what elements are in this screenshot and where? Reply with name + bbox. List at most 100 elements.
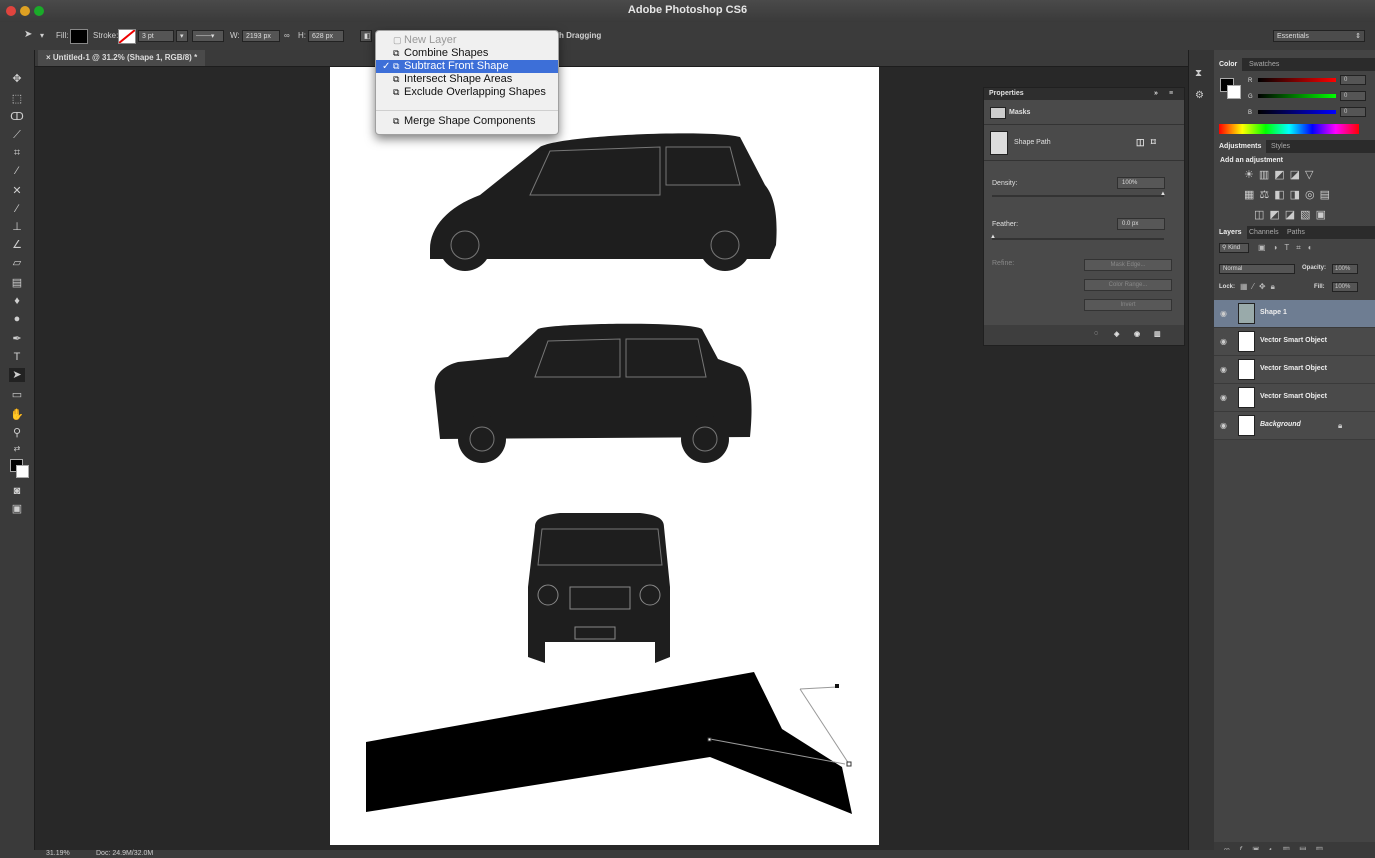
layer-row-vector-smart-object[interactable]: ◉ Vector Smart Object (1214, 328, 1375, 356)
density-field[interactable]: 100% (1117, 177, 1165, 189)
vector-mask-icon[interactable]: ⌑ (1151, 137, 1156, 148)
path-selection-tool-icon[interactable]: ➤ (9, 368, 25, 382)
type-tool-icon[interactable]: T (9, 350, 25, 364)
height-field[interactable]: 628 px (308, 30, 344, 42)
document-canvas[interactable] (330, 67, 879, 845)
select-mask-icon[interactable]: ◫ (1136, 137, 1145, 148)
tab-color[interactable]: Color (1214, 58, 1243, 71)
tab-paths[interactable]: Paths (1282, 226, 1310, 239)
stroke-swatch[interactable] (118, 29, 136, 44)
layer-filter-icons[interactable]: ▣◑T⌗◐ (1258, 243, 1368, 253)
lock-icons[interactable]: ▦⁄✥🔒︎ (1240, 282, 1280, 292)
lasso-tool-icon[interactable]: ↀ (9, 110, 25, 124)
swap-colors-icon[interactable]: ⇄ (9, 442, 25, 456)
panel-menu-icon[interactable]: ≡ (1169, 90, 1173, 97)
stroke-type-dropdown[interactable]: ───▾ (192, 30, 224, 42)
visibility-eye-icon[interactable]: ◉ (1220, 421, 1227, 430)
apply-mask-icon[interactable]: ◈ (1114, 330, 1119, 338)
path-operations-icon[interactable]: ◧ (360, 30, 372, 42)
fill-swatch[interactable] (70, 29, 88, 44)
background-swatch[interactable] (1227, 85, 1241, 99)
adjustment-icons-row-1[interactable]: ☀▥◩◪▽ (1244, 168, 1344, 181)
load-selection-icon[interactable]: ◌ (1094, 330, 1098, 337)
crop-tool-icon[interactable]: ⌗ (9, 146, 25, 160)
link-icon[interactable]: ∞ (284, 31, 290, 40)
green-field[interactable]: 0 (1340, 91, 1366, 101)
quick-mask-icon[interactable]: ◙ (9, 484, 25, 498)
rectangle-tool-icon[interactable]: ▭ (9, 388, 25, 402)
menu-item-subtract-front-shape[interactable]: ✓ ⧉ Subtract Front Shape (376, 60, 558, 73)
density-slider[interactable] (992, 195, 1164, 197)
width-field[interactable]: 2193 px (242, 30, 280, 42)
hand-tool-icon[interactable]: ✋ (9, 408, 25, 422)
history-brush-icon[interactable]: ∠ (9, 238, 25, 252)
density-slider-handle-icon[interactable]: ▲ (1160, 191, 1166, 197)
eraser-tool-icon[interactable]: ▱ (9, 256, 25, 270)
blue-field[interactable]: 0 (1340, 107, 1366, 117)
menu-item-merge-shape-components[interactable]: ⧉ Merge Shape Components (376, 115, 558, 128)
red-slider[interactable] (1258, 78, 1336, 82)
green-slider[interactable] (1258, 94, 1336, 98)
layer-filter-kind[interactable]: ⚲ Kind (1219, 243, 1249, 253)
mask-edge-button[interactable]: Mask Edge... (1084, 259, 1172, 271)
visibility-eye-icon[interactable]: ◉ (1220, 365, 1227, 374)
blue-slider[interactable] (1258, 110, 1336, 114)
invert-button[interactable]: Invert (1084, 299, 1172, 311)
history-icon[interactable]: ⧗ (1195, 68, 1202, 79)
layer-row-vector-smart-object[interactable]: ◉ Vector Smart Object (1214, 384, 1375, 412)
document-tab[interactable]: × Untitled-1 @ 31.2% (Shape 1, RGB/8) * (38, 50, 206, 66)
properties-footer: ◌ ◈ ◉ ▥ (984, 325, 1184, 345)
adjustment-icons-row-3[interactable]: ◫◩◪▧▣ (1254, 208, 1364, 221)
visibility-eye-icon[interactable]: ◉ (1220, 393, 1227, 402)
feather-field[interactable]: 0.0 px (1117, 218, 1165, 230)
quick-select-tool-icon[interactable]: ⟋ (9, 128, 25, 142)
properties-panel-header[interactable]: Properties » ≡ (984, 88, 1184, 100)
adjustment-icons-row-2[interactable]: ▦⚖◧◨◎▤ (1244, 188, 1354, 201)
blend-mode-dropdown[interactable]: Normal (1219, 264, 1295, 274)
layer-row-shape-1[interactable]: ◉ Shape 1 (1214, 300, 1375, 328)
color-spectrum-ramp[interactable] (1219, 124, 1359, 134)
layer-row-background[interactable]: ◉ Background 🔒︎ (1214, 412, 1375, 440)
menu-item-exclude-overlapping-shapes[interactable]: ⧉ Exclude Overlapping Shapes (376, 86, 558, 99)
trash-icon[interactable]: ▥ (1154, 330, 1161, 338)
healing-tool-icon[interactable]: ✕ (9, 184, 25, 198)
stamp-tool-icon[interactable]: ⊥ (9, 220, 25, 234)
gradient-tool-icon[interactable]: ▤ (9, 276, 25, 290)
visibility-icon[interactable]: ◉ (1134, 330, 1140, 338)
brush-tool-icon[interactable]: ∕ (9, 202, 25, 216)
dodge-tool-icon[interactable]: ● (9, 312, 25, 326)
tab-channels[interactable]: Channels (1244, 226, 1284, 239)
layer-row-vector-smart-object[interactable]: ◉ Vector Smart Object (1214, 356, 1375, 384)
menu-item-new-layer[interactable]: ▢ New Layer (376, 34, 558, 47)
feather-slider[interactable] (992, 238, 1164, 240)
feather-slider-handle-icon[interactable]: ▲ (990, 234, 996, 240)
path-select-tool-icon[interactable]: ➤ (24, 29, 32, 40)
red-field[interactable]: 0 (1340, 75, 1366, 85)
marquee-tool-icon[interactable]: ⬚ (9, 92, 25, 106)
workspace-switcher[interactable]: Essentials ⇕ (1273, 30, 1365, 42)
properties-icon[interactable]: ⚙ (1195, 90, 1204, 101)
tab-styles[interactable]: Styles (1266, 140, 1295, 153)
blur-tool-icon[interactable]: ♦ (9, 294, 25, 308)
opacity-field[interactable]: 100% (1332, 264, 1358, 274)
menu-item-intersect-shape-areas[interactable]: ⧉ Intersect Shape Areas (376, 73, 558, 86)
menu-item-combine-shapes[interactable]: ⧉ Combine Shapes (376, 47, 558, 60)
tool-preset-chevron-icon[interactable]: ▾ (40, 31, 44, 40)
zoom-tool-icon[interactable]: ⚲ (9, 426, 25, 440)
pen-tool-icon[interactable]: ✒ (9, 332, 25, 346)
tab-adjustments[interactable]: Adjustments (1214, 140, 1267, 153)
tab-layers[interactable]: Layers (1214, 226, 1247, 239)
stroke-width-field[interactable]: 3 pt (138, 30, 174, 42)
screen-mode-icon[interactable]: ▣ (9, 502, 25, 516)
visibility-eye-icon[interactable]: ◉ (1220, 337, 1227, 346)
background-color-swatch[interactable] (16, 465, 29, 478)
panel-collapse-icon[interactable]: » (1154, 90, 1158, 97)
eyedropper-tool-icon[interactable]: ⁄ (9, 164, 25, 178)
visibility-eye-icon[interactable]: ◉ (1220, 309, 1227, 318)
color-range-button[interactable]: Color Range... (1084, 279, 1172, 291)
move-tool-icon[interactable]: ✥ (9, 72, 25, 86)
tab-swatches[interactable]: Swatches (1244, 58, 1284, 71)
zoom-level[interactable]: 31.19% (46, 850, 70, 857)
fill-field[interactable]: 100% (1332, 282, 1358, 292)
stroke-width-chevron-icon[interactable]: ▾ (176, 30, 188, 42)
